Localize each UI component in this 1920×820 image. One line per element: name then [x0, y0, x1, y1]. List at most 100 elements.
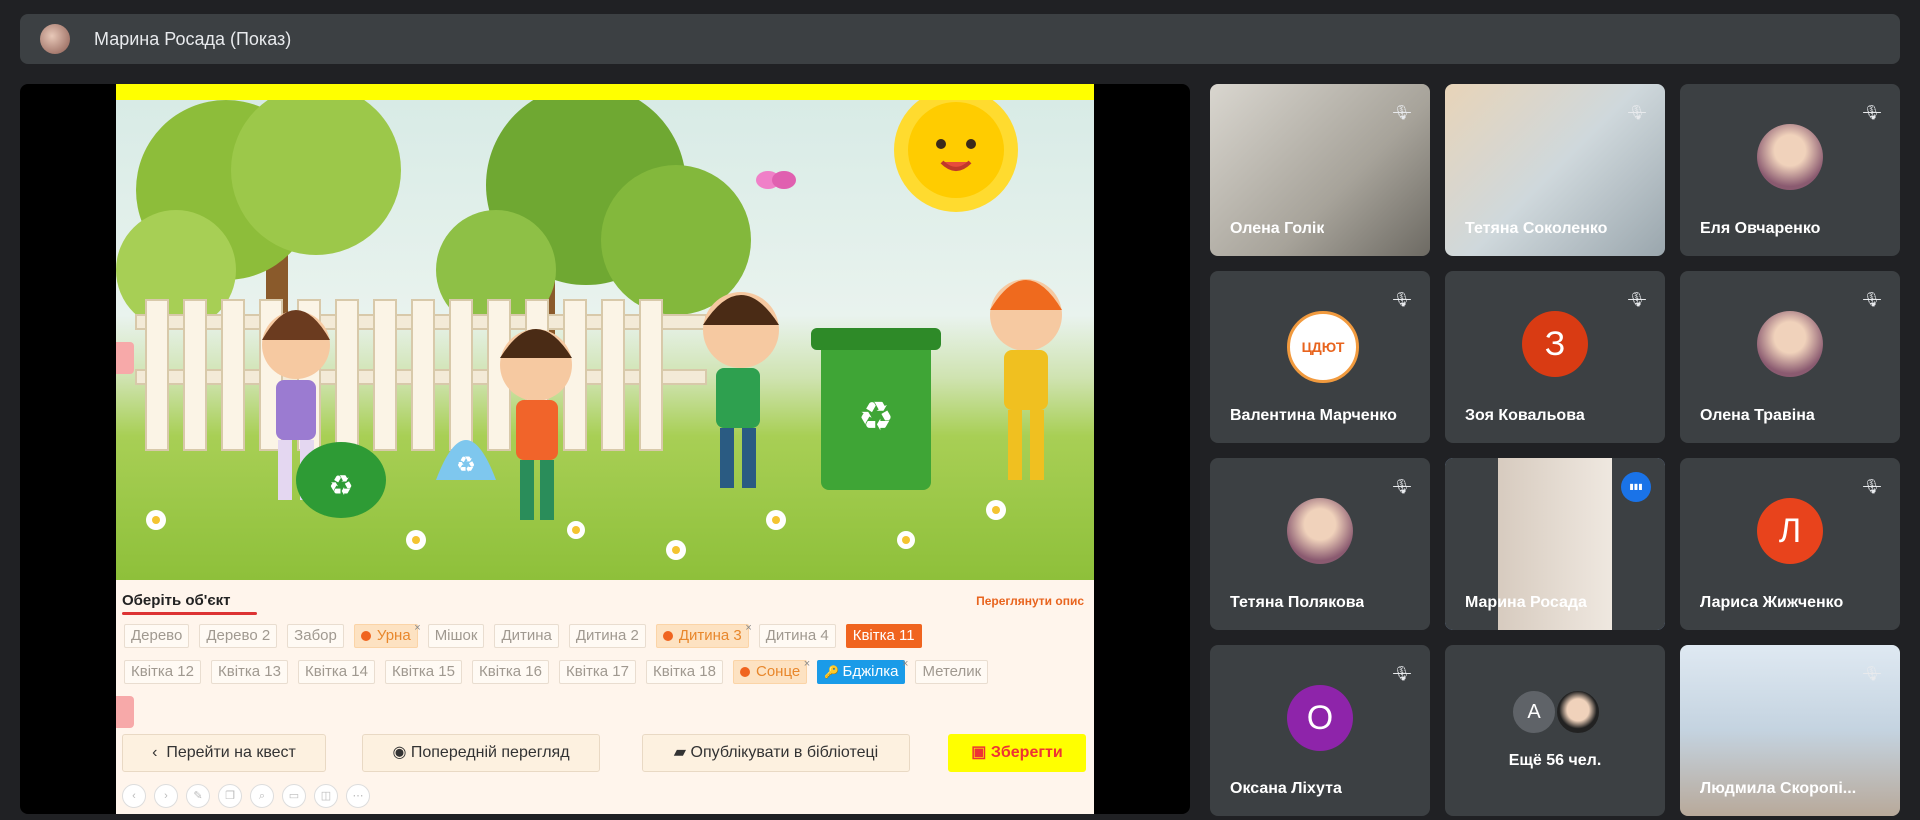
participant-tile[interactable]: Олена Травіна 🎙: [1680, 271, 1900, 443]
participant-tile[interactable]: Тетяна Соколенко 🎙: [1445, 84, 1665, 256]
object-chip[interactable]: Дитина 2: [568, 624, 646, 648]
participant-tile[interactable]: О Оксана Ліхута 🎙: [1210, 645, 1430, 816]
object-chip[interactable]: Квітка 12: [124, 660, 201, 684]
participant-tile[interactable]: ЦДЮТ Валентина Марченко 🎙: [1210, 271, 1430, 443]
zoom-icon[interactable]: ⌕: [250, 784, 274, 808]
object-chip[interactable]: Метелик: [915, 660, 989, 684]
action-buttons: ‹ Перейти на квест ◉ Попередній перегляд…: [122, 734, 1088, 772]
caption-icon[interactable]: ▭: [282, 784, 306, 808]
speaking-indicator-icon: ▮▮▮: [1621, 472, 1651, 502]
view-description-link[interactable]: Переглянути опис: [976, 594, 1084, 608]
side-indicator-2[interactable]: [116, 696, 134, 728]
participant-tile[interactable]: Олена Голік 🎙: [1210, 84, 1430, 256]
remove-icon[interactable]: ×: [902, 653, 908, 675]
object-chip[interactable]: Квітка 16: [472, 660, 549, 684]
participant-name: Оксана Ліхута: [1230, 780, 1342, 797]
preview-button[interactable]: ◉ Попередній перегляд: [362, 734, 600, 772]
participant-name: Олена Травіна: [1700, 407, 1815, 424]
participant-name: Олена Голік: [1230, 220, 1325, 237]
participant-tile[interactable]: З Зоя Ковальова 🎙: [1445, 271, 1665, 443]
object-chips-row-2: Квітка 12 Квітка 13 Квітка 14 Квітка 15 Квіт…: [124, 658, 1084, 684]
more-avatar: А: [1511, 689, 1557, 735]
object-chips-row-1: Дерево Дерево 2 Забор Урна × Мішок Дитина Дитин…: [124, 622, 1084, 648]
panel-heading: Оберіть об'єкт: [122, 592, 231, 609]
presenter-bar: Марина Росада (Показ): [20, 14, 1900, 64]
object-chip-label: Дитина: [501, 627, 552, 644]
save-icon: ▣: [971, 744, 987, 761]
back-icon[interactable]: ‹: [122, 784, 146, 808]
object-chip[interactable]: Урна ×: [353, 622, 421, 648]
participant-tile[interactable]: Л Лариса Жижченко 🎙: [1680, 458, 1900, 630]
participant-name: Марина Росада: [1465, 594, 1587, 611]
participant-name: Тетяна Полякова: [1230, 594, 1365, 611]
object-chip-label: Квітка 17: [566, 663, 629, 680]
participant-name: Зоя Ковальова: [1465, 407, 1585, 424]
participant-avatar: [1757, 311, 1823, 377]
object-chip[interactable]: Дитина 4: [758, 624, 836, 648]
participant-name: Еля Овчаренко: [1700, 220, 1821, 237]
object-chip-label: Квітка 14: [305, 663, 368, 680]
mic-muted-icon: 🎙: [1863, 665, 1881, 681]
object-chip[interactable]: Квітка 14: [298, 660, 375, 684]
object-chip[interactable]: Забор: [287, 624, 344, 648]
mic-muted-icon: 🎙: [1393, 291, 1411, 307]
participant-avatar: Л: [1757, 498, 1823, 564]
object-chip[interactable]: Квітка 18: [646, 660, 723, 684]
svg-text:♻: ♻: [858, 394, 894, 440]
participant-name: Лариса Жижченко: [1700, 594, 1844, 611]
participant-avatar: [1757, 124, 1823, 190]
object-chip-label: Дерево 2: [206, 627, 271, 644]
object-chip-label: Квітка 18: [653, 663, 716, 680]
object-chip[interactable]: Дерево 2: [199, 624, 278, 648]
object-chip[interactable]: Дерево: [124, 624, 190, 648]
object-chip-label: Дитина 4: [765, 627, 829, 644]
svg-text:♻: ♻: [456, 453, 476, 478]
participant-name: Ещё 56 чел.: [1508, 752, 1602, 769]
remove-icon[interactable]: ×: [745, 617, 751, 639]
participant-name: Тетяна Соколенко: [1465, 220, 1608, 237]
object-chip[interactable]: Квітка 11: [845, 624, 922, 648]
publish-button[interactable]: ▰ Опублікувати в бібліотеці: [642, 734, 910, 772]
object-chip[interactable]: 🔑 Бджілка ×: [817, 658, 908, 684]
participant-name: Людмила Скоропі...: [1700, 780, 1857, 797]
eye-icon: ◉: [392, 744, 407, 761]
remove-icon[interactable]: ×: [414, 617, 420, 639]
object-chip-label: Квітка 16: [479, 663, 542, 680]
participant-name: Валентина Марченко: [1230, 407, 1397, 424]
participant-tile[interactable]: Еля Овчаренко 🎙: [1680, 84, 1900, 256]
camera-off-icon[interactable]: ◫: [314, 784, 338, 808]
object-chip[interactable]: Квітка 13: [211, 660, 288, 684]
object-chip[interactable]: Квітка 17: [559, 660, 636, 684]
screen-share: ♻ ♻ ♻ Оберіть об'єкт Переглянути опис Де…: [20, 84, 1190, 814]
mic-muted-icon: 🎙: [1863, 291, 1881, 307]
object-chip-label: Дитина 3: [678, 627, 742, 644]
remove-icon[interactable]: ×: [804, 653, 810, 675]
object-chip-label: Дитина 2: [575, 627, 639, 644]
presenter-avatar: [40, 24, 70, 54]
save-button[interactable]: ▣ Зберегти: [948, 734, 1086, 772]
forward-icon[interactable]: ›: [154, 784, 178, 808]
participant-tile[interactable]: А Ещё 56 чел.: [1445, 645, 1665, 816]
more-icon[interactable]: ⋯: [346, 784, 370, 808]
go-to-quest-button[interactable]: ‹ Перейти на квест: [122, 734, 326, 772]
object-chip[interactable]: Мішок: [427, 624, 485, 648]
participant-avatar: ЦДЮТ: [1287, 311, 1359, 383]
object-chip-label: Мішок: [434, 627, 478, 644]
object-chip-label: Бджілка: [842, 663, 899, 680]
object-chip[interactable]: Дитина: [494, 624, 559, 648]
pen-icon[interactable]: ✎: [186, 784, 210, 808]
participant-tile[interactable]: Марина Росада ▮▮▮: [1445, 458, 1665, 630]
shared-slide: ♻ ♻ ♻ Оберіть об'єкт Переглянути опис Де…: [116, 84, 1094, 814]
participant-tile[interactable]: Людмила Скоропі... 🎙: [1680, 645, 1900, 816]
object-chip[interactable]: Сонце ×: [733, 658, 810, 684]
participant-tile[interactable]: Тетяна Полякова 🎙: [1210, 458, 1430, 630]
mic-muted-icon: 🎙: [1628, 291, 1646, 307]
object-chip[interactable]: Квітка 15: [385, 660, 462, 684]
mic-muted-icon: 🎙: [1393, 665, 1411, 681]
mic-muted-icon: 🎙: [1628, 104, 1646, 120]
copy-icon[interactable]: ❐: [218, 784, 242, 808]
selected-dot-icon: [662, 631, 673, 641]
object-chip[interactable]: Дитина 3 ×: [655, 622, 752, 648]
participant-avatar: О: [1287, 684, 1353, 751]
side-indicator[interactable]: [116, 342, 134, 374]
